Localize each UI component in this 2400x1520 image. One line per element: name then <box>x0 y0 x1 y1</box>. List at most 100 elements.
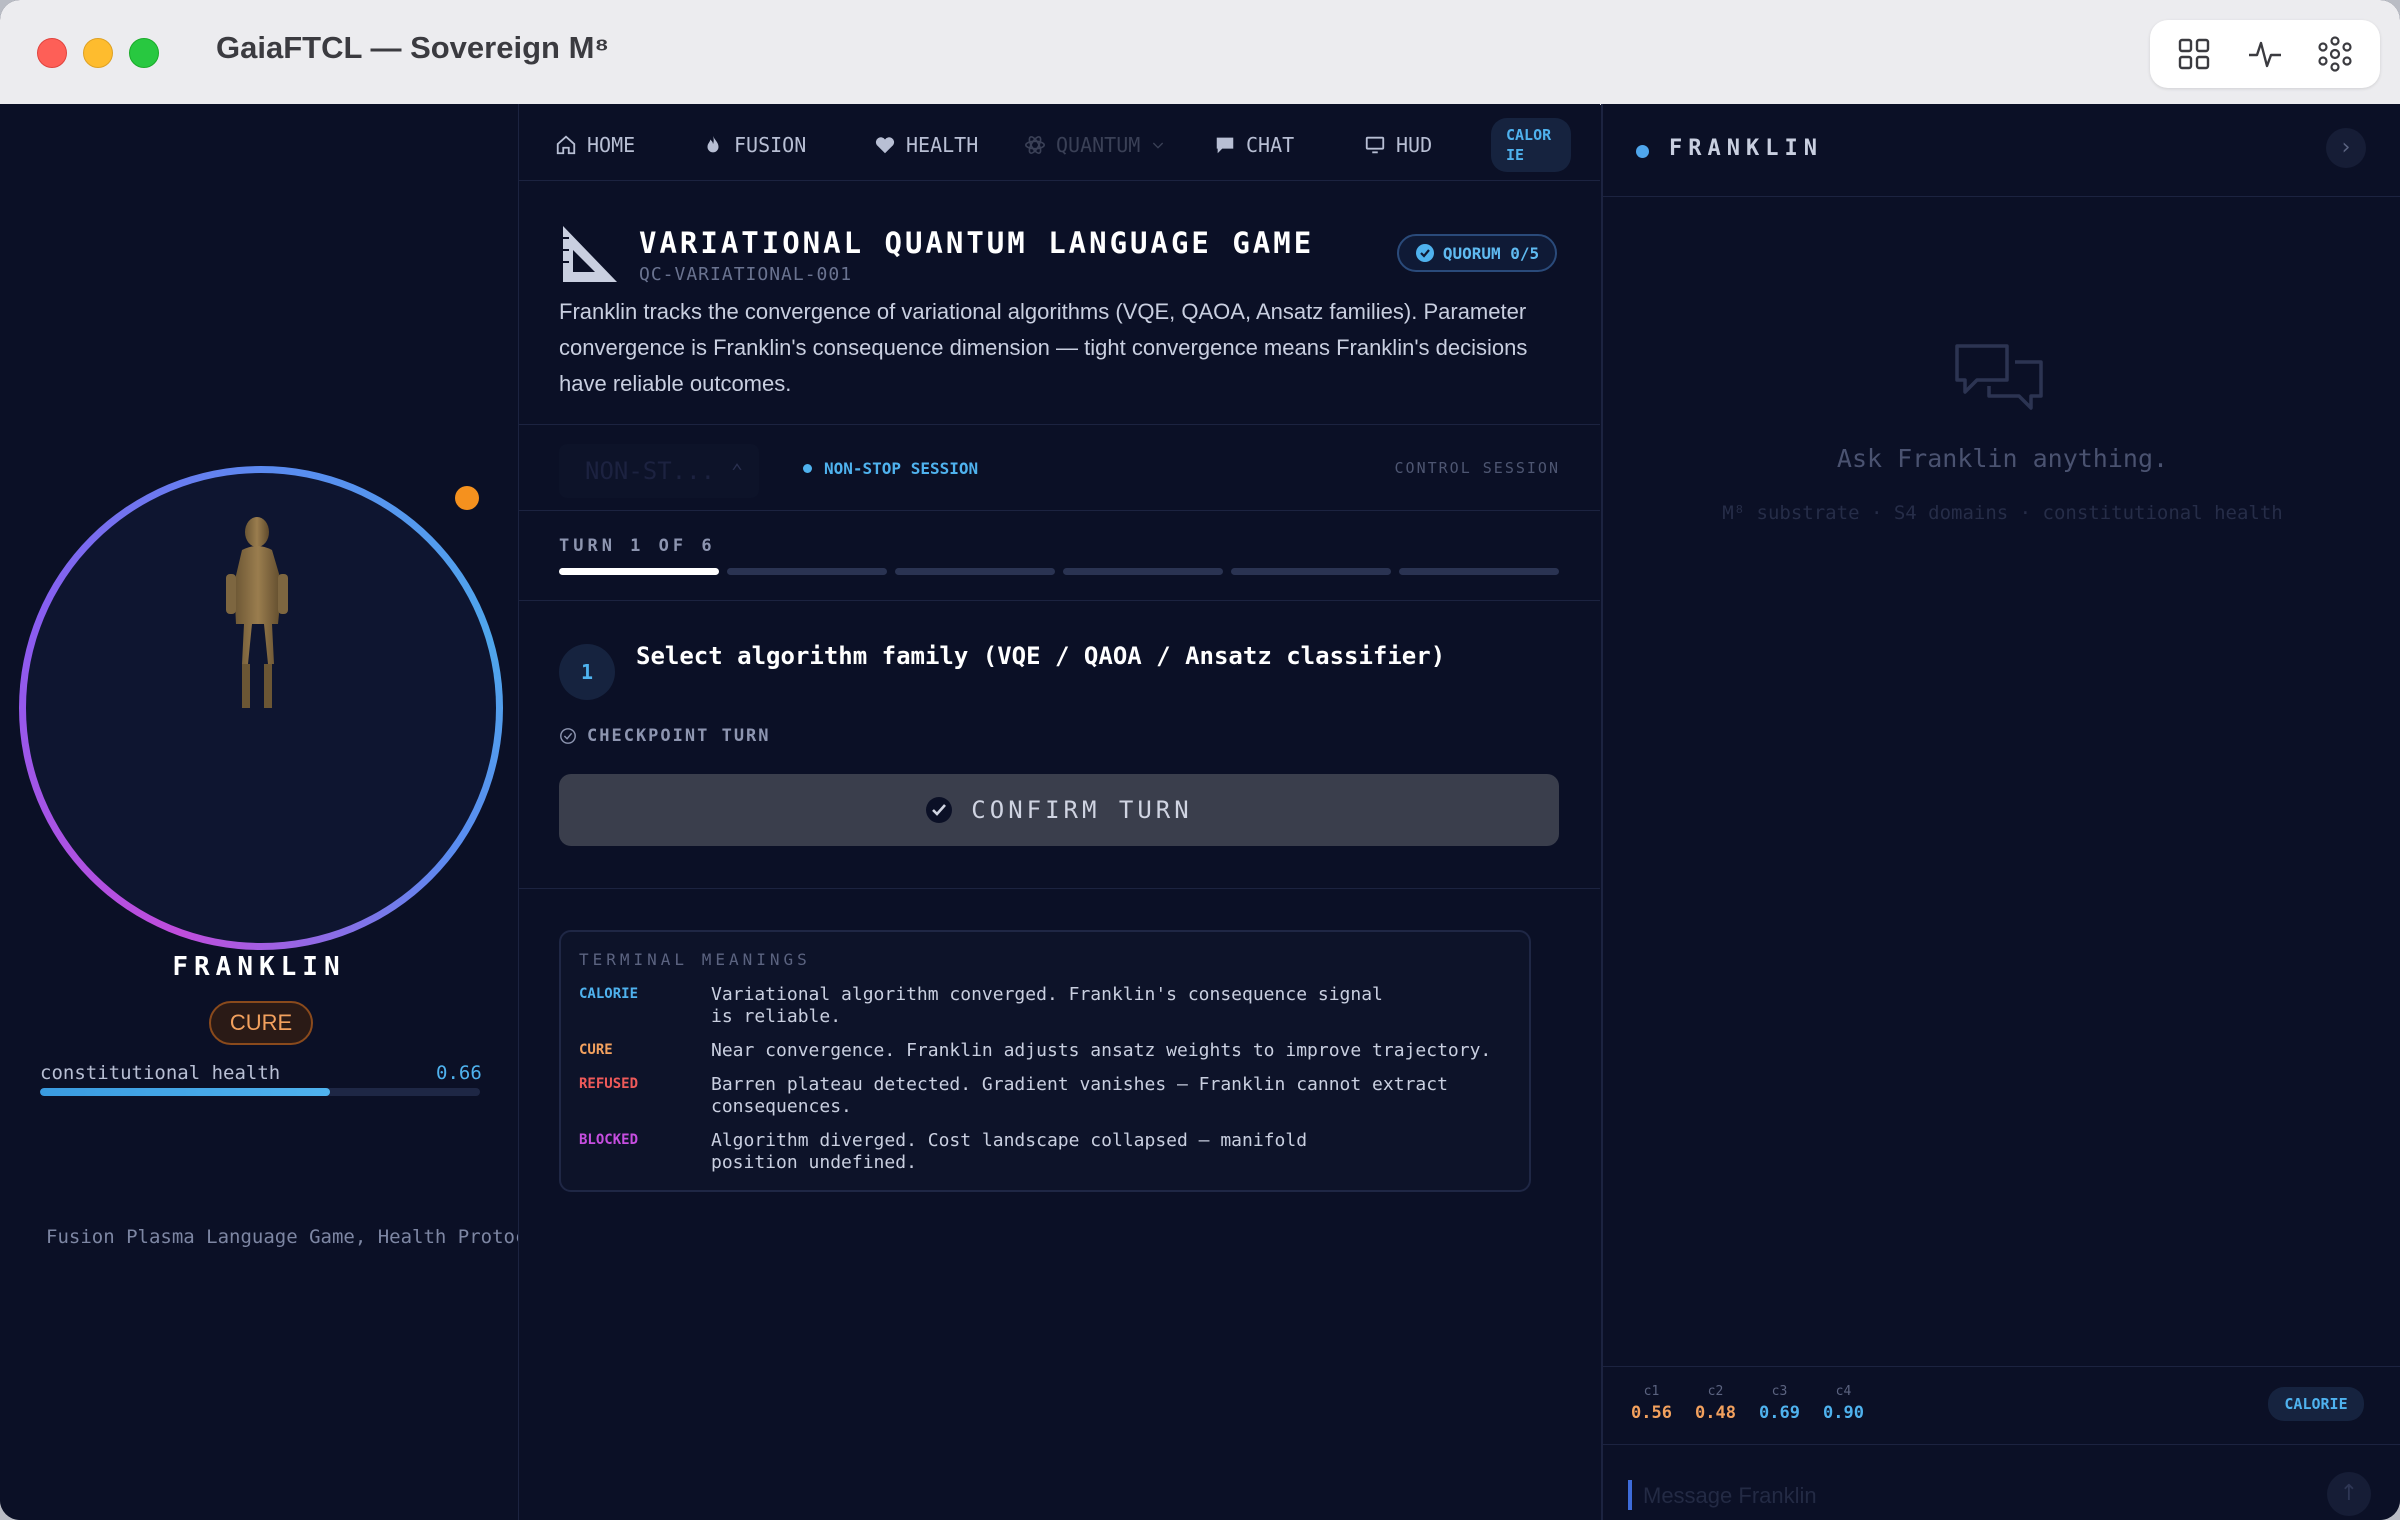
chat-empty-subtitle: M⁸ substrate · S4 domains · constitution… <box>1722 502 2283 524</box>
nav-divider <box>519 180 1600 181</box>
title-bar: GaiaFTCL — Sovereign M⁸ <box>0 0 2400 105</box>
input-caret <box>1628 1480 1632 1510</box>
section-divider <box>519 510 1600 511</box>
metric-c1: c1 0.56 <box>1631 1384 1672 1423</box>
molecule-icon[interactable] <box>2317 36 2353 72</box>
section-divider <box>519 424 1600 425</box>
metric-key: c2 <box>1707 1384 1724 1399</box>
session-mode-label: NON-STOP SESSION <box>824 459 979 478</box>
zoom-window-button[interactable] <box>129 38 159 68</box>
session-mode-indicator: NON-STOP SESSION <box>803 459 978 478</box>
control-session-button[interactable]: CONTROL SESSION <box>1395 459 1560 477</box>
meaning-line: consequences. <box>711 1096 852 1117</box>
monitor-icon <box>1365 136 1385 154</box>
metric-key: c4 <box>1835 1384 1852 1399</box>
franklin-figure <box>226 517 288 708</box>
metric-value: 0.69 <box>1759 1403 1800 1423</box>
meaning-line: Variational algorithm converged. Frankli… <box>711 984 1383 1005</box>
state-badge: CURE <box>209 1001 313 1045</box>
turn-segment <box>559 568 719 575</box>
nav-fusion-label: FUSION <box>734 133 807 157</box>
window-title: GaiaFTCL — Sovereign M⁸ <box>216 30 610 65</box>
health-bar <box>40 1088 480 1096</box>
turn-segment <box>1063 568 1223 575</box>
game-id: QC-VARIATIONAL-001 <box>639 264 853 285</box>
heart-icon <box>875 137 895 154</box>
meaning-line: is reliable. <box>711 1006 842 1027</box>
nav-home[interactable]: HOME <box>555 128 635 162</box>
home-icon <box>556 135 576 155</box>
chevron-down-icon <box>1153 142 1164 149</box>
select-chevron-icon: ⌃ <box>730 459 743 483</box>
avatar-panel: FRANKLIN CURE constitutional health 0.66… <box>0 104 519 1520</box>
input-divider <box>1603 1444 2400 1445</box>
meaning-key-refused: REFUSED <box>579 1076 639 1092</box>
atom-icon <box>1025 136 1045 154</box>
nav-quantum-label: QUANTUM <box>1056 133 1141 157</box>
session-mode-select[interactable]: NON-ST... ⌃ <box>559 444 759 498</box>
nav-home-label: HOME <box>587 133 636 157</box>
status-indicator <box>455 486 479 510</box>
game-panel: HOME FUSION HEALTH QUANTUM CHAT HUD CALO… <box>519 104 1600 1520</box>
nav-health[interactable]: HEALTH <box>874 128 978 162</box>
message-input[interactable] <box>1641 1478 2245 1514</box>
flame-icon <box>707 135 719 153</box>
turn-segment <box>1231 568 1391 575</box>
nav-quantum[interactable]: QUANTUM <box>1024 128 1166 162</box>
send-button[interactable]: ↑ <box>2327 1472 2371 1516</box>
health-bar-fill <box>40 1088 331 1096</box>
meaning-text-calorie: Variational algorithm converged. Frankli… <box>711 984 1521 1028</box>
avatar-name: FRANKLIN <box>172 952 346 982</box>
metric-c2: c2 0.48 <box>1695 1384 1736 1423</box>
turn-segment <box>727 568 887 575</box>
meaning-line: position undefined. <box>711 1152 917 1173</box>
game-title: VARIATIONAL QUANTUM LANGUAGE GAME <box>639 226 1315 260</box>
grid-icon[interactable] <box>2176 36 2212 72</box>
terminal-meanings-title: TERMINAL MEANINGS <box>579 950 811 969</box>
confirm-turn-label: CONFIRM TURN <box>971 796 1193 824</box>
meaning-text-blocked: Algorithm diverged. Cost landscape colla… <box>711 1130 1521 1174</box>
meaning-key-blocked: BLOCKED <box>579 1132 639 1148</box>
nav-chat-label: CHAT <box>1246 133 1295 157</box>
meaning-line: Barren plateau detected. Gradient vanish… <box>711 1074 1448 1095</box>
nav-fusion[interactable]: FUSION <box>702 128 806 162</box>
section-divider <box>519 888 1600 889</box>
step-number-badge: 1 <box>559 644 615 700</box>
turn-counter: TURN 1 OF 6 <box>559 536 716 556</box>
chat-state-badge: CALORIE <box>2268 1387 2364 1421</box>
calorie-line-2: IE <box>1506 146 1525 164</box>
session-dot <box>803 464 812 473</box>
step-prompt: Select algorithm family (VQE / QAOA / An… <box>636 642 1446 670</box>
check-circle-icon <box>560 728 576 744</box>
health-label: constitutional health <box>40 1062 281 1084</box>
toolbar-group <box>2150 20 2380 88</box>
health-value: 0.66 <box>436 1062 482 1084</box>
meaning-line: Algorithm diverged. Cost landscape colla… <box>711 1130 1308 1151</box>
online-indicator <box>1636 145 1649 158</box>
metric-value: 0.90 <box>1823 1403 1864 1423</box>
session-select-value: NON-ST... <box>585 457 716 485</box>
nav-health-label: HEALTH <box>906 133 979 157</box>
metric-key: c1 <box>1643 1384 1660 1399</box>
nav-hud[interactable]: HUD <box>1364 128 1432 162</box>
minimize-window-button[interactable] <box>83 38 113 68</box>
calorie-line-1: CALOR <box>1506 126 1552 144</box>
pulse-icon[interactable] <box>2247 36 2283 72</box>
collapse-panel-button[interactable]: › <box>2326 128 2366 168</box>
checkpoint-label: CHECKPOINT TURN <box>587 726 771 746</box>
confirm-turn-button[interactable]: CONFIRM TURN <box>559 774 1559 846</box>
chat-header: FRANKLIN › <box>1603 104 2400 197</box>
game-description: Franklin tracks the convergence of varia… <box>559 299 1528 396</box>
terminal-meanings-card: TERMINAL MEANINGS CALORIE Variational al… <box>559 930 1531 1192</box>
chat-title: FRANKLIN <box>1669 136 1823 161</box>
metric-value: 0.48 <box>1695 1403 1736 1423</box>
metric-value: 0.56 <box>1631 1403 1672 1423</box>
close-window-button[interactable] <box>37 38 67 68</box>
calorie-status-pill[interactable]: CALOR IE <box>1491 118 1571 172</box>
checkpoint-indicator: CHECKPOINT TURN <box>559 726 771 746</box>
turn-segment <box>1399 568 1559 575</box>
meaning-line: Near convergence. Franklin adjusts ansat… <box>711 1040 1492 1061</box>
metric-key: c3 <box>1771 1384 1788 1399</box>
nav-chat[interactable]: CHAT <box>1214 128 1294 162</box>
turn-segment <box>895 568 1055 575</box>
